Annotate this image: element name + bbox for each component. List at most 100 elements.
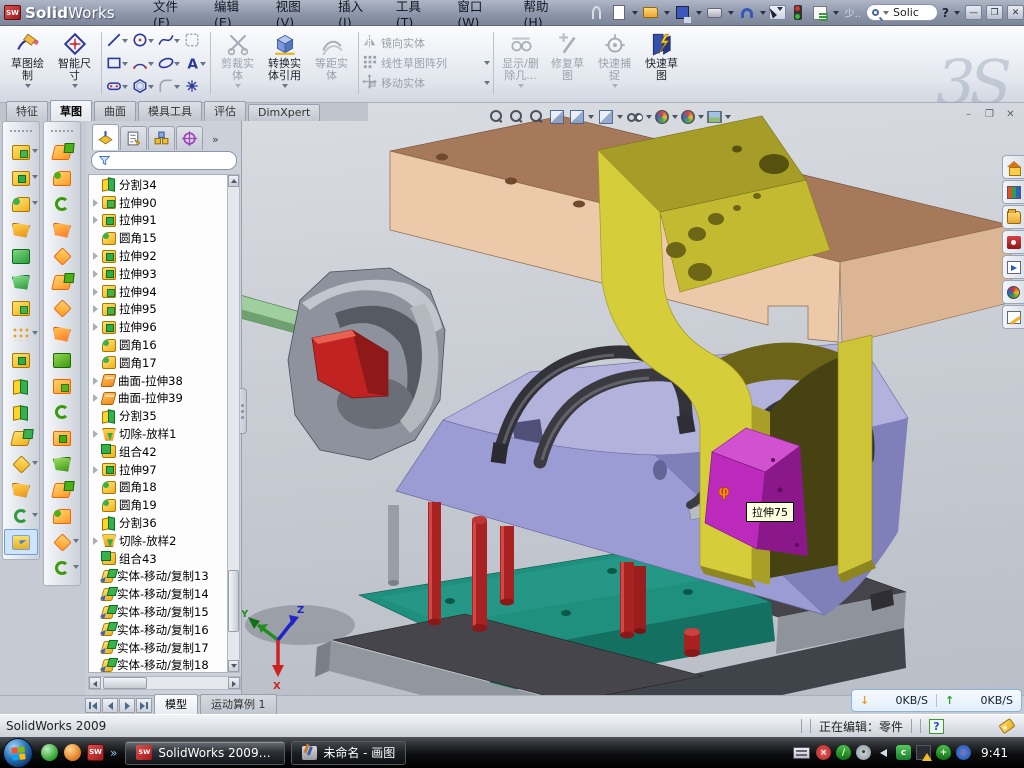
undo-button[interactable] [737,3,757,23]
view-settings-dropdown[interactable] [725,115,731,119]
command-tab-模具工具[interactable]: 模具工具 [138,101,202,121]
tree-filter-input[interactable] [91,151,237,170]
rapid-sketch-button[interactable]: 快速草图 [638,28,685,98]
text-tool-dropdown[interactable] [200,62,206,66]
tray-antivirus-alert-icon[interactable]: × [816,745,831,760]
tree-item-拉伸96[interactable]: 拉伸96 [89,318,227,336]
expand-arrow[interactable] [93,252,102,260]
features-tool-6[interactable] [4,269,38,295]
trim-entities-button[interactable]: 剪裁实体 [214,28,261,98]
expand-arrow[interactable] [93,466,102,474]
quick-launch-launcher[interactable] [64,744,81,761]
new-document-button[interactable] [609,3,629,23]
features-tool-3[interactable] [4,191,38,217]
hide-show-items-dropdown[interactable] [646,115,652,119]
print-button[interactable] [705,3,725,23]
status-help-icon[interactable]: ? [929,719,944,734]
circle-tool-button[interactable] [131,29,155,52]
surfaces-tool-16[interactable] [45,529,79,555]
surfaces-tool-6[interactable] [45,269,79,295]
scroll-left-button[interactable] [89,677,101,689]
new-dropdown[interactable] [632,11,638,15]
point-tool-button[interactable] [183,75,207,98]
tray-phone-green-icon[interactable]: c [896,745,911,760]
edit-appearance-dropdown[interactable] [672,115,678,119]
tree-item-切除-放样1[interactable]: 切除-放样1 [89,425,227,443]
move-entities-dropdown[interactable] [484,81,490,85]
sketch-dropdown[interactable] [25,84,31,88]
arc-tool-button[interactable] [131,52,155,75]
help-button[interactable]: ? [940,6,951,20]
surfaces-tool-10[interactable] [45,373,79,399]
tree-item-实体-移动/复制15[interactable]: 实体-移动/复制15 [89,603,227,621]
last-tab-button[interactable] [136,698,152,713]
spline-tool-button[interactable] [157,29,181,52]
options-dropdown[interactable] [833,11,839,15]
close-button[interactable]: ✕ [1007,5,1024,20]
tree-item-圆角18[interactable]: 圆角18 [89,479,227,497]
tree-item-拉伸91[interactable]: 拉伸91 [89,212,227,230]
tray-volume-icon[interactable] [876,745,891,760]
surfaces-tool-5[interactable] [45,243,79,269]
tab-dimxpert-manager[interactable] [176,126,203,150]
tree-vertical-scrollbar[interactable] [227,174,240,673]
spline-tool-dropdown[interactable] [174,39,180,43]
features-tool-14[interactable] [4,477,38,503]
zoom-fit-icon[interactable] [488,108,505,125]
tree-item-拉伸93[interactable]: 拉伸93 [89,265,227,283]
open-dropdown[interactable] [664,11,670,15]
surfaces-tool-dropdown-17[interactable] [73,565,79,569]
features-tool-13[interactable] [4,451,38,477]
tree-item-圆角19[interactable]: 圆角19 [89,496,227,514]
smart-dimension-button[interactable]: 智能尺寸 [51,28,98,98]
surfaces-tool-7[interactable] [45,295,79,321]
expand-arrow[interactable] [93,323,102,331]
expand-arrow[interactable] [93,270,102,278]
polygon-tool-button[interactable] [131,75,155,98]
undo-dropdown[interactable] [760,11,766,15]
tab-feature-manager[interactable] [92,124,119,150]
first-tab-button[interactable] [85,698,101,713]
slot-tool-dropdown[interactable] [122,85,128,89]
expand-arrow[interactable] [93,216,102,224]
surfaces-tool-17[interactable] [45,555,79,581]
command-tab-曲面[interactable]: 曲面 [94,101,136,121]
view-settings-icon[interactable] [707,111,722,123]
surfaces-tool-2[interactable] [45,165,79,191]
linear-sketch-pattern-button[interactable]: 线性草图阵列 [362,54,490,72]
tree-item-拉伸90[interactable]: 拉伸90 [89,194,227,212]
expand-arrow[interactable] [93,305,102,313]
features-tool-dropdown-3[interactable] [32,201,38,205]
taskpane-tab-design-library[interactable] [1002,180,1024,204]
surfaces-tool-8[interactable] [45,321,79,347]
start-button[interactable] [3,738,33,768]
open-button[interactable] [641,3,661,23]
save-button[interactable] [673,3,693,23]
more-tabs-chevron[interactable]: » [212,133,219,150]
features-tool-dropdown-1[interactable] [32,149,38,153]
tree-item-实体-移动/复制14[interactable]: 实体-移动/复制14 [89,585,227,603]
features-tool-1[interactable] [4,139,38,165]
quick-snaps-button[interactable]: 快速捕捉 [591,28,638,98]
tree-item-分割34[interactable]: 分割34 [89,176,227,194]
tray-defender-shield-icon[interactable]: + [936,745,951,760]
hscroll-thumb[interactable] [103,677,147,689]
tree-item-实体-移动/复制17[interactable]: 实体-移动/复制17 [89,639,227,657]
line-tool-button[interactable] [105,29,129,52]
input-method-icon[interactable] [793,747,810,759]
expand-arrow[interactable] [93,430,102,438]
tree-item-曲面-拉伸38[interactable]: 曲面-拉伸38 [89,372,227,390]
features-tool-9[interactable] [4,347,38,373]
tree-item-分割35[interactable]: 分割35 [89,407,227,425]
tree-item-圆角16[interactable]: 圆角16 [89,336,227,354]
sketch-button[interactable]: 草图绘制 [4,28,51,98]
features-tool-12[interactable] [4,425,38,451]
expand-arrow[interactable] [93,288,102,296]
pin-menu-icon[interactable] [587,3,607,23]
features-tool-8[interactable] [4,321,38,347]
quick-launch-solidworks[interactable]: SW [87,744,104,761]
edit-appearance-icon[interactable] [655,110,669,124]
surfaces-tool-14[interactable] [45,477,79,503]
scroll-down-button[interactable] [228,660,239,672]
features-tool-16[interactable] [4,529,38,555]
